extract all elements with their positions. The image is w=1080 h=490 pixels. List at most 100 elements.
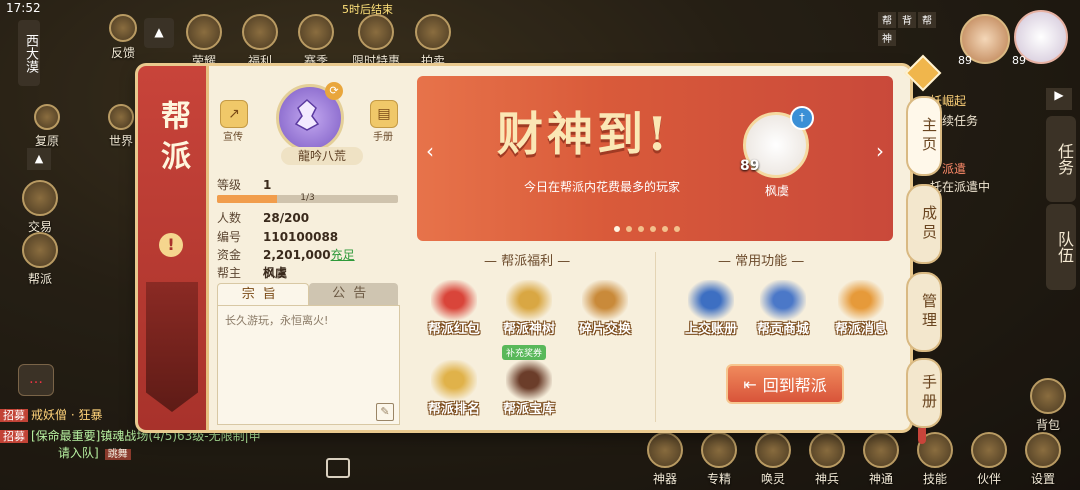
fragment-icon <box>582 280 628 320</box>
welfare-title: — 帮派福利 — <box>484 254 571 269</box>
xp-text: 1/3 <box>300 193 315 203</box>
mini-guild2-icon[interactable]: 帮 <box>918 12 936 28</box>
trade-button[interactable]: 交易 <box>22 180 58 235</box>
tab-motto[interactable]: 宗旨 <box>217 283 309 305</box>
nav-manage[interactable]: 管理 <box>906 272 942 352</box>
chat-text: 戒妖僧 · 狂暴 <box>31 408 103 422</box>
chat-bubble-icon[interactable]: … <box>18 364 54 396</box>
carousel-dot[interactable] <box>614 226 620 232</box>
sale-icon <box>358 14 394 50</box>
partner-icon <box>971 432 1007 468</box>
restore-button[interactable]: 复原 <box>34 104 60 149</box>
emblem-crest-icon <box>294 98 320 131</box>
backpack-button[interactable]: 背包 <box>1030 378 1066 433</box>
trophy-icon <box>298 14 334 50</box>
bottom-settings[interactable]: 设置 <box>1018 432 1068 490</box>
edit-icon[interactable]: ✎ <box>376 403 394 421</box>
bottom-partner[interactable]: 伙伴 <box>964 432 1014 490</box>
hud-limited-sale[interactable]: 限时特惠 <box>346 14 406 69</box>
feature-label: 帮派神树 <box>502 322 555 337</box>
hud-auction[interactable]: 拍卖 <box>410 14 456 69</box>
leader-key: 帮主 <box>217 266 242 280</box>
carousel-dot[interactable] <box>626 226 632 232</box>
share-button[interactable]: ↗ 宣传 <box>220 100 251 143</box>
hud-welfare[interactable]: 福利 <box>234 14 286 69</box>
hud-feedback[interactable]: 反馈 <box>106 14 140 69</box>
carousel-dot[interactable] <box>638 226 644 232</box>
chat-link[interactable]: 跳舞 <box>104 449 131 460</box>
funds-status-link[interactable]: 充足 <box>331 248 355 262</box>
tab-team[interactable]: 队伍 <box>1046 204 1076 290</box>
carousel-next-icon[interactable]: › <box>871 136 889 166</box>
mini-god-icon[interactable]: 神 <box>878 30 896 46</box>
hud-label: 世界 <box>108 134 133 148</box>
section-divider <box>655 252 656 422</box>
return-to-guild-button[interactable]: ⇤ 回到帮派 <box>726 364 844 404</box>
manual-label: 手册 <box>373 132 393 143</box>
common-submit-ledger[interactable]: 上交账册 <box>676 280 746 337</box>
common-contribution-shop[interactable]: 帮贡商城 <box>748 280 818 337</box>
welfare-fragment-exchange[interactable]: 碎片交换 <box>570 280 640 337</box>
leader-value: 枫虞 <box>263 266 288 280</box>
change-emblem-icon[interactable]: ⟳ <box>325 82 343 100</box>
carousel-dot[interactable] <box>650 226 656 232</box>
world-button[interactable]: 世界 <box>108 104 134 149</box>
bottom-mastery[interactable]: 专精 <box>694 432 744 490</box>
map-name[interactable]: 西大漠 <box>18 20 40 86</box>
bottom-summon[interactable]: 唤灵 <box>748 432 798 490</box>
mini-guild-icon[interactable]: 帮 <box>878 12 896 28</box>
tab-notice[interactable]: 公告 <box>308 283 398 305</box>
funds-row: 资金 2,201,000充足 <box>217 246 355 263</box>
expand-icon[interactable]: ▲ <box>27 148 51 170</box>
camera-icon[interactable] <box>326 458 350 478</box>
tab-task[interactable]: 任务 <box>1046 116 1076 202</box>
feature-label: 碎片交换 <box>578 322 631 337</box>
feature-label: 帮派红包 <box>427 322 480 337</box>
mini-bag-icon[interactable]: 背 <box>898 12 916 28</box>
guild-shortcut-button[interactable]: 帮派 <box>22 232 58 287</box>
bottom-power[interactable]: 神通 <box>856 432 906 490</box>
members-value: 28/200 <box>263 211 310 225</box>
feature-label: 上交账册 <box>684 322 737 337</box>
hud-label: 神器 <box>652 472 677 486</box>
bottom-artifact[interactable]: 神器 <box>640 432 690 490</box>
warning-icon[interactable]: ! <box>159 233 183 257</box>
feature-label: 帮派消息 <box>834 322 887 337</box>
feature-label: 帮派排名 <box>427 402 480 417</box>
manual-button[interactable]: ▤ 手册 <box>370 100 401 143</box>
nav-home[interactable]: 主页 <box>906 96 942 176</box>
hud-season[interactable]: 赛季 <box>290 14 342 69</box>
common-title-text: 常用功能 <box>735 254 788 269</box>
tree-icon <box>506 280 552 320</box>
welfare-guild-ranking[interactable]: 帮派排名 <box>419 360 489 417</box>
leader-row: 帮主 枫虞 <box>217 264 287 281</box>
hud-label: 技能 <box>922 472 947 486</box>
carousel-dot[interactable] <box>674 226 680 232</box>
welfare-red-packet[interactable]: 帮派红包 <box>419 280 489 337</box>
book-icon: ▤ <box>370 100 398 128</box>
common-guild-messages[interactable]: 帮派消息 <box>826 280 896 337</box>
welfare-guild-treasury[interactable]: 帮派宝库 <box>494 360 564 417</box>
collapse-icon[interactable]: ▲ <box>144 18 174 48</box>
bottom-weapon[interactable]: 神兵 <box>802 432 852 490</box>
chat-text: [保命最重要]镇魂战场(4/5)63级-无限制|申 <box>31 429 261 443</box>
nav-members[interactable]: 成员 <box>906 184 942 264</box>
hud-label: 复原 <box>34 134 59 148</box>
level-value: 1 <box>263 178 272 192</box>
carousel-dot[interactable] <box>662 226 668 232</box>
carousel-prev-icon[interactable]: ‹ <box>421 136 439 166</box>
hud-label: 设置 <box>1030 472 1055 486</box>
hud-label: 唤灵 <box>760 472 785 486</box>
nav-manual[interactable]: 手册 <box>906 358 942 428</box>
collapse-right-icon[interactable]: ▶ <box>1046 88 1072 110</box>
restore-icon <box>34 104 60 130</box>
feature-label: 帮贡商城 <box>756 322 809 337</box>
mini-shortcuts: 帮 背 帮 神 <box>878 12 936 46</box>
members-row: 人数 28/200 <box>217 209 309 226</box>
chat-tag: 招募 <box>0 430 28 443</box>
player-level: 89 <box>1012 54 1026 67</box>
feature-label: 帮派宝库 <box>502 402 555 417</box>
hud-honor[interactable]: 荣耀 <box>178 14 230 69</box>
level-row: 等级 1 <box>217 176 271 193</box>
welfare-guild-tree[interactable]: 帮派神树 <box>494 280 564 337</box>
